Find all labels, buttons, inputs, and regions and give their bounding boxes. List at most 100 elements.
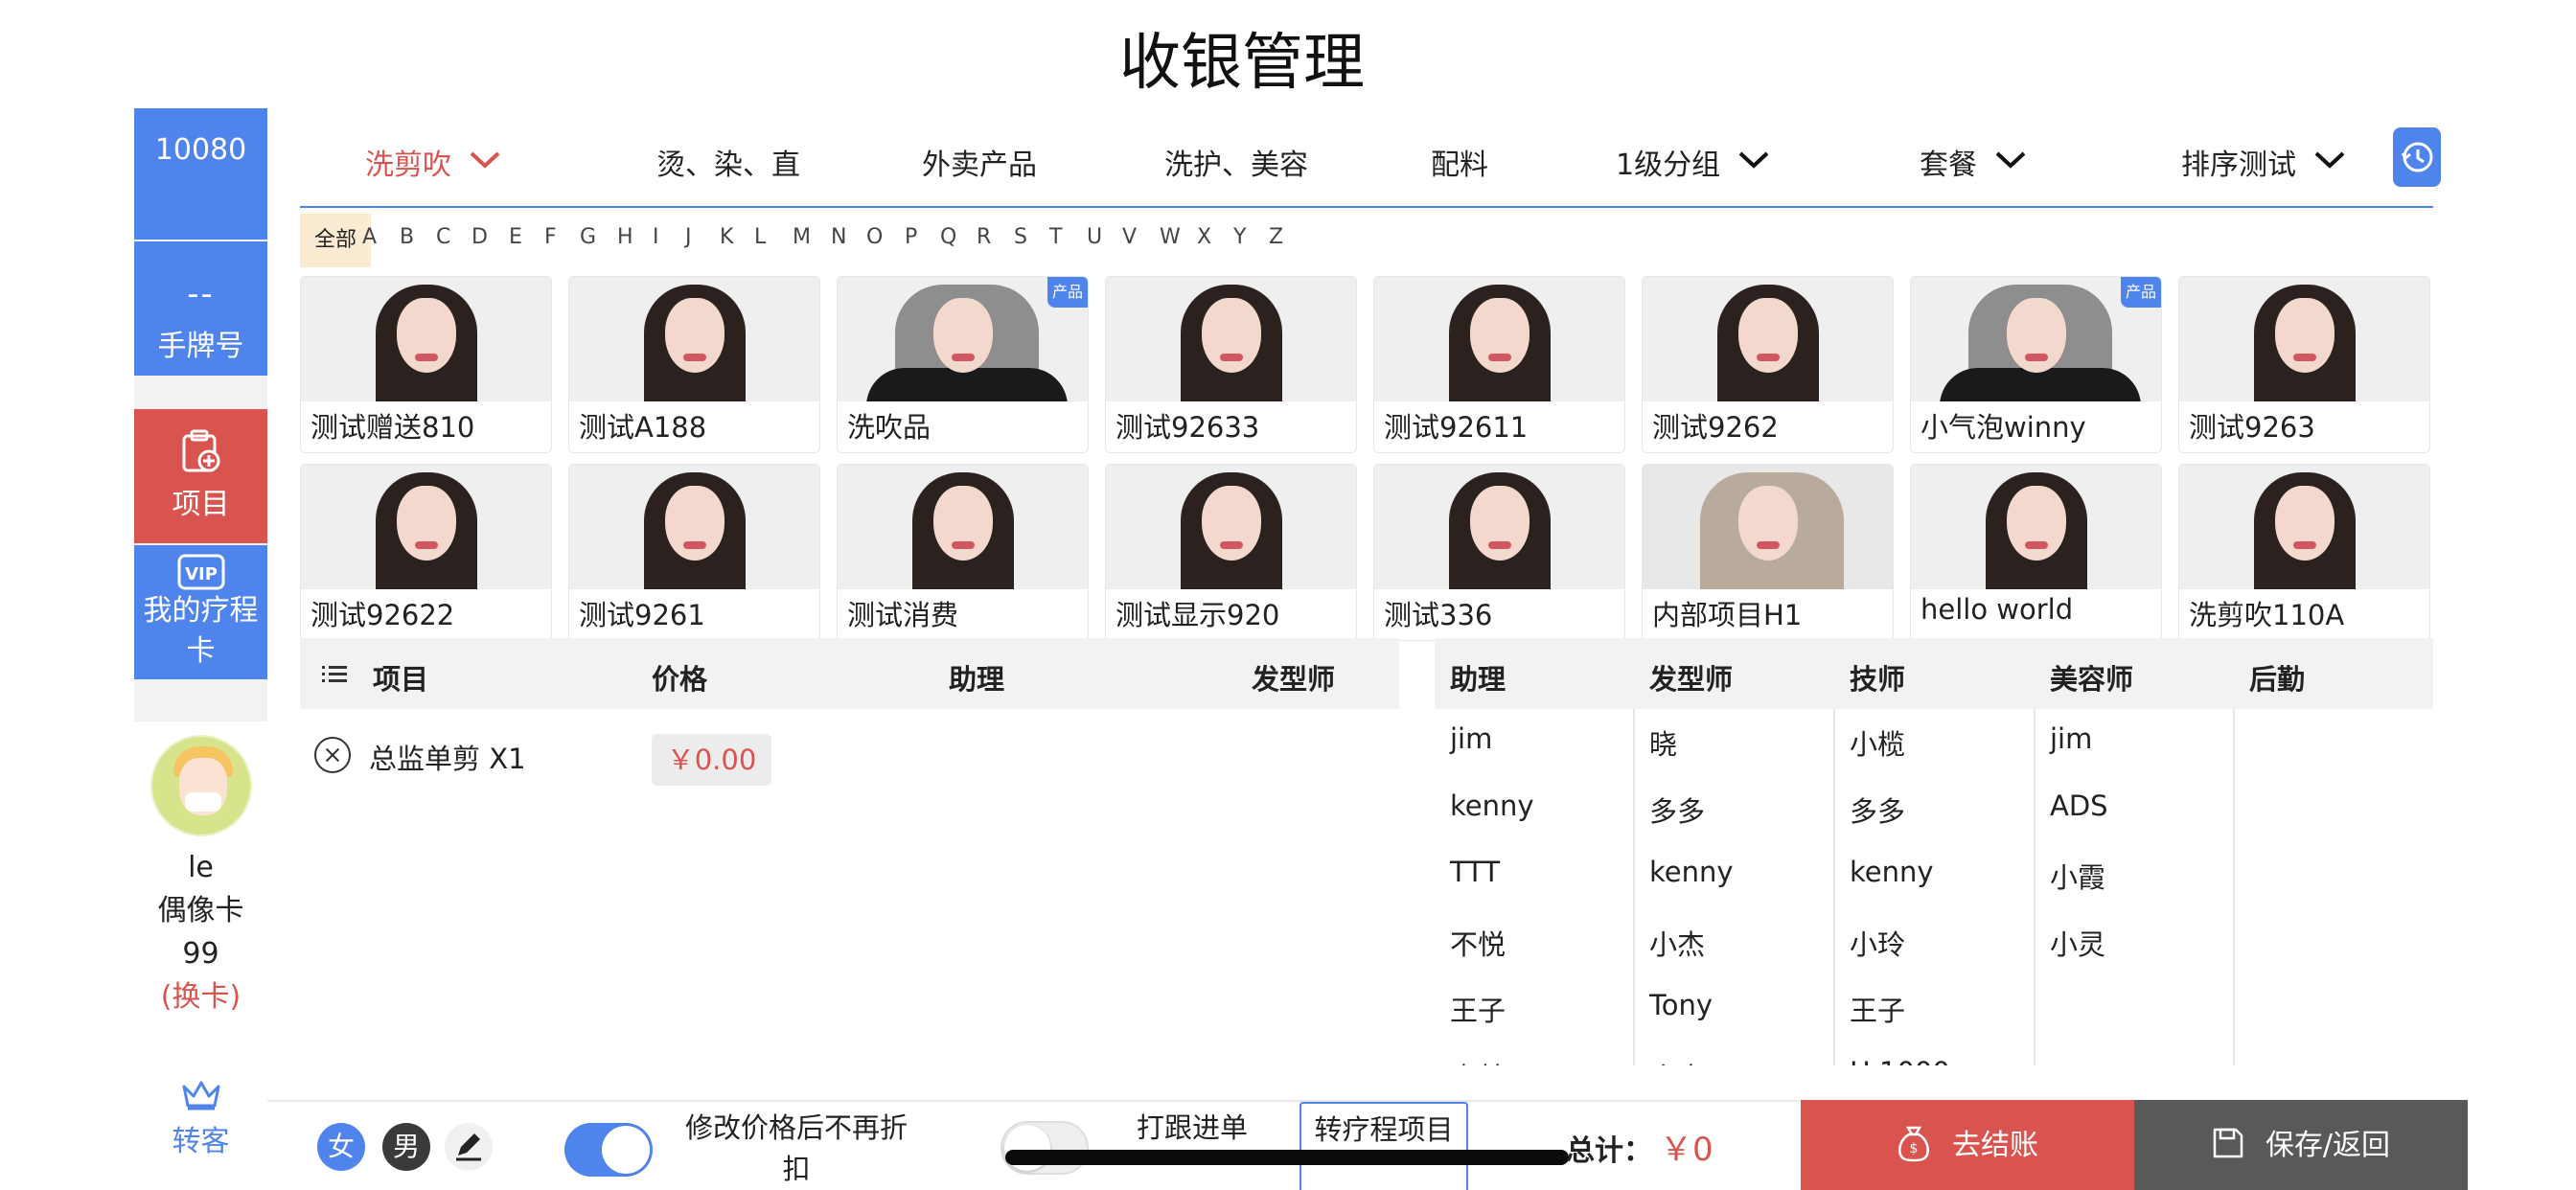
letter-q[interactable]: Q <box>940 225 956 249</box>
product-card[interactable]: 测试9262 <box>1642 276 1894 453</box>
product-card[interactable]: 洗剪吹110A <box>2178 464 2430 641</box>
letter-d[interactable]: D <box>472 225 488 249</box>
product-card[interactable]: 测试92622 <box>300 464 552 641</box>
course-card-button[interactable]: VIP 我的疗程卡 <box>134 545 267 679</box>
product-card[interactable]: 测试9261 <box>568 464 820 641</box>
product-card[interactable]: 测试92633 <box>1105 276 1357 453</box>
letter-o[interactable]: O <box>866 225 883 249</box>
letter-r[interactable]: R <box>977 225 991 249</box>
staff-member[interactable]: Tony <box>1649 989 1713 1021</box>
staff-member[interactable]: 小榄 <box>1850 722 1905 763</box>
member-card-type: 偶像卡 <box>157 894 244 927</box>
letter-i[interactable]: I <box>653 225 659 249</box>
letter-c[interactable]: C <box>436 225 450 249</box>
checkout-button[interactable]: $ 去结账 <box>1801 1100 2134 1190</box>
product-card[interactable]: 测试消费 <box>837 464 1089 641</box>
hand-number-label: 手牌号 <box>157 330 244 363</box>
letter-n[interactable]: N <box>831 225 846 249</box>
letter-p[interactable]: P <box>905 225 917 249</box>
product-card[interactable]: 测试显示920 <box>1105 464 1357 641</box>
tab-4[interactable]: 配料 <box>1431 141 1488 183</box>
staff-member[interactable]: 小灵 <box>2050 923 2105 963</box>
page-title: 收银管理 <box>1119 28 1365 99</box>
tab-6[interactable]: 套餐 <box>1920 141 2027 183</box>
product-card[interactable]: 测试336 <box>1373 464 1625 641</box>
letter-all[interactable]: 全部 <box>300 214 371 267</box>
history-clock-icon <box>2401 142 2433 172</box>
tab-7[interactable]: 排序测试 <box>2181 141 2346 183</box>
staff-member[interactable]: 小霞 <box>2050 856 2105 896</box>
staff-member[interactable]: H 1000 <box>1850 1056 1950 1066</box>
product-card[interactable]: 产品 洗吹品 <box>837 276 1089 453</box>
staff-member[interactable]: 多多 <box>1649 790 1705 830</box>
staff-member[interactable]: kenny <box>1850 856 1934 888</box>
change-card-link[interactable]: (换卡) <box>134 975 267 1018</box>
letter-h[interactable]: H <box>617 225 633 249</box>
history-button[interactable] <box>2393 127 2441 187</box>
letter-k[interactable]: K <box>720 225 733 249</box>
letter-g[interactable]: G <box>580 225 596 249</box>
product-card[interactable]: 内部项目H1 <box>1642 464 1894 641</box>
staff-member[interactable]: ADS <box>2050 790 2108 822</box>
product-card[interactable]: 测试赠送810 <box>300 276 552 453</box>
letter-x[interactable]: X <box>1197 225 1211 249</box>
staff-member[interactable]: 王子 <box>1450 989 1506 1029</box>
hand-number-button[interactable]: -- 手牌号 <box>134 241 267 376</box>
project-button[interactable]: 项目 <box>134 409 267 543</box>
letter-f[interactable]: F <box>544 225 557 249</box>
order-number[interactable]: 10080 <box>134 108 267 240</box>
tab-0[interactable]: 洗剪吹 <box>365 141 501 183</box>
letter-w[interactable]: W <box>1160 225 1181 249</box>
tab-5[interactable]: 1级分组 <box>1616 141 1770 183</box>
letter-a[interactable]: A <box>362 225 377 249</box>
staff-member[interactable]: jim <box>1450 722 1492 755</box>
staff-member[interactable]: 小杰 <box>1649 923 1705 963</box>
letter-u[interactable]: U <box>1087 225 1102 249</box>
staff-member[interactable]: 小玲 <box>1850 923 1905 963</box>
product-card[interactable]: 测试9263 <box>2178 276 2430 453</box>
gender-male-button[interactable]: 男 <box>382 1123 430 1171</box>
product-name: 内部项目H1 <box>1652 599 1803 631</box>
product-name: 测试92622 <box>310 599 455 631</box>
product-card[interactable]: 产品 小气泡winny <box>1910 276 2162 453</box>
order-row[interactable]: 总监单剪 X1 ￥0.00 <box>300 725 1399 792</box>
letter-l[interactable]: L <box>754 225 766 249</box>
letter-j[interactable]: J <box>685 225 692 249</box>
transfer-customer-button[interactable]: 转客 <box>134 1042 267 1190</box>
letter-t[interactable]: T <box>1049 225 1062 249</box>
letter-b[interactable]: B <box>400 225 414 249</box>
staff-member[interactable]: jim <box>2050 722 2092 755</box>
project-label: 项目 <box>172 488 230 521</box>
product-card[interactable]: hello world <box>1910 464 2162 641</box>
total-amount: ￥0 <box>1660 1131 1714 1169</box>
staff-member[interactable]: kenny <box>1450 790 1534 822</box>
staff-member[interactable]: TTT <box>1450 856 1500 888</box>
staff-member[interactable]: 森林 <box>1450 1056 1506 1066</box>
letter-e[interactable]: E <box>509 225 522 249</box>
tab-2[interactable]: 外卖产品 <box>922 141 1037 183</box>
letter-y[interactable]: Y <box>1233 225 1246 249</box>
staff-member[interactable]: 不悦 <box>1450 923 1506 963</box>
save-return-button[interactable]: 保存/返回 <box>2134 1100 2468 1190</box>
product-card[interactable]: 测试92611 <box>1373 276 1625 453</box>
letter-v[interactable]: V <box>1122 225 1137 249</box>
product-card[interactable]: 测试A188 <box>568 276 820 453</box>
transfer-course-button[interactable]: 转疗程项目 <box>1300 1102 1468 1190</box>
no-discount-toggle[interactable] <box>564 1123 653 1177</box>
gender-female-button[interactable]: 女 <box>317 1123 365 1171</box>
edit-pen-icon[interactable] <box>445 1123 493 1171</box>
follow-up-toggle[interactable] <box>1000 1121 1089 1175</box>
staff-member[interactable]: 王子 <box>1850 989 1905 1029</box>
letter-s[interactable]: S <box>1014 225 1027 249</box>
staff-member[interactable]: 小李 <box>1649 1056 1705 1066</box>
staff-member[interactable]: 多多 <box>1850 790 1905 830</box>
order-item-price[interactable]: ￥0.00 <box>652 734 771 786</box>
product-name: 测试赠送810 <box>310 411 475 444</box>
staff-member[interactable]: kenny <box>1649 856 1734 888</box>
staff-member[interactable]: 晓 <box>1649 722 1677 763</box>
letter-z[interactable]: Z <box>1269 225 1283 249</box>
letter-m[interactable]: M <box>793 225 811 249</box>
tab-1[interactable]: 烫、染、直 <box>656 141 800 183</box>
tab-3[interactable]: 洗护、美容 <box>1164 141 1308 183</box>
remove-icon[interactable] <box>314 737 351 773</box>
